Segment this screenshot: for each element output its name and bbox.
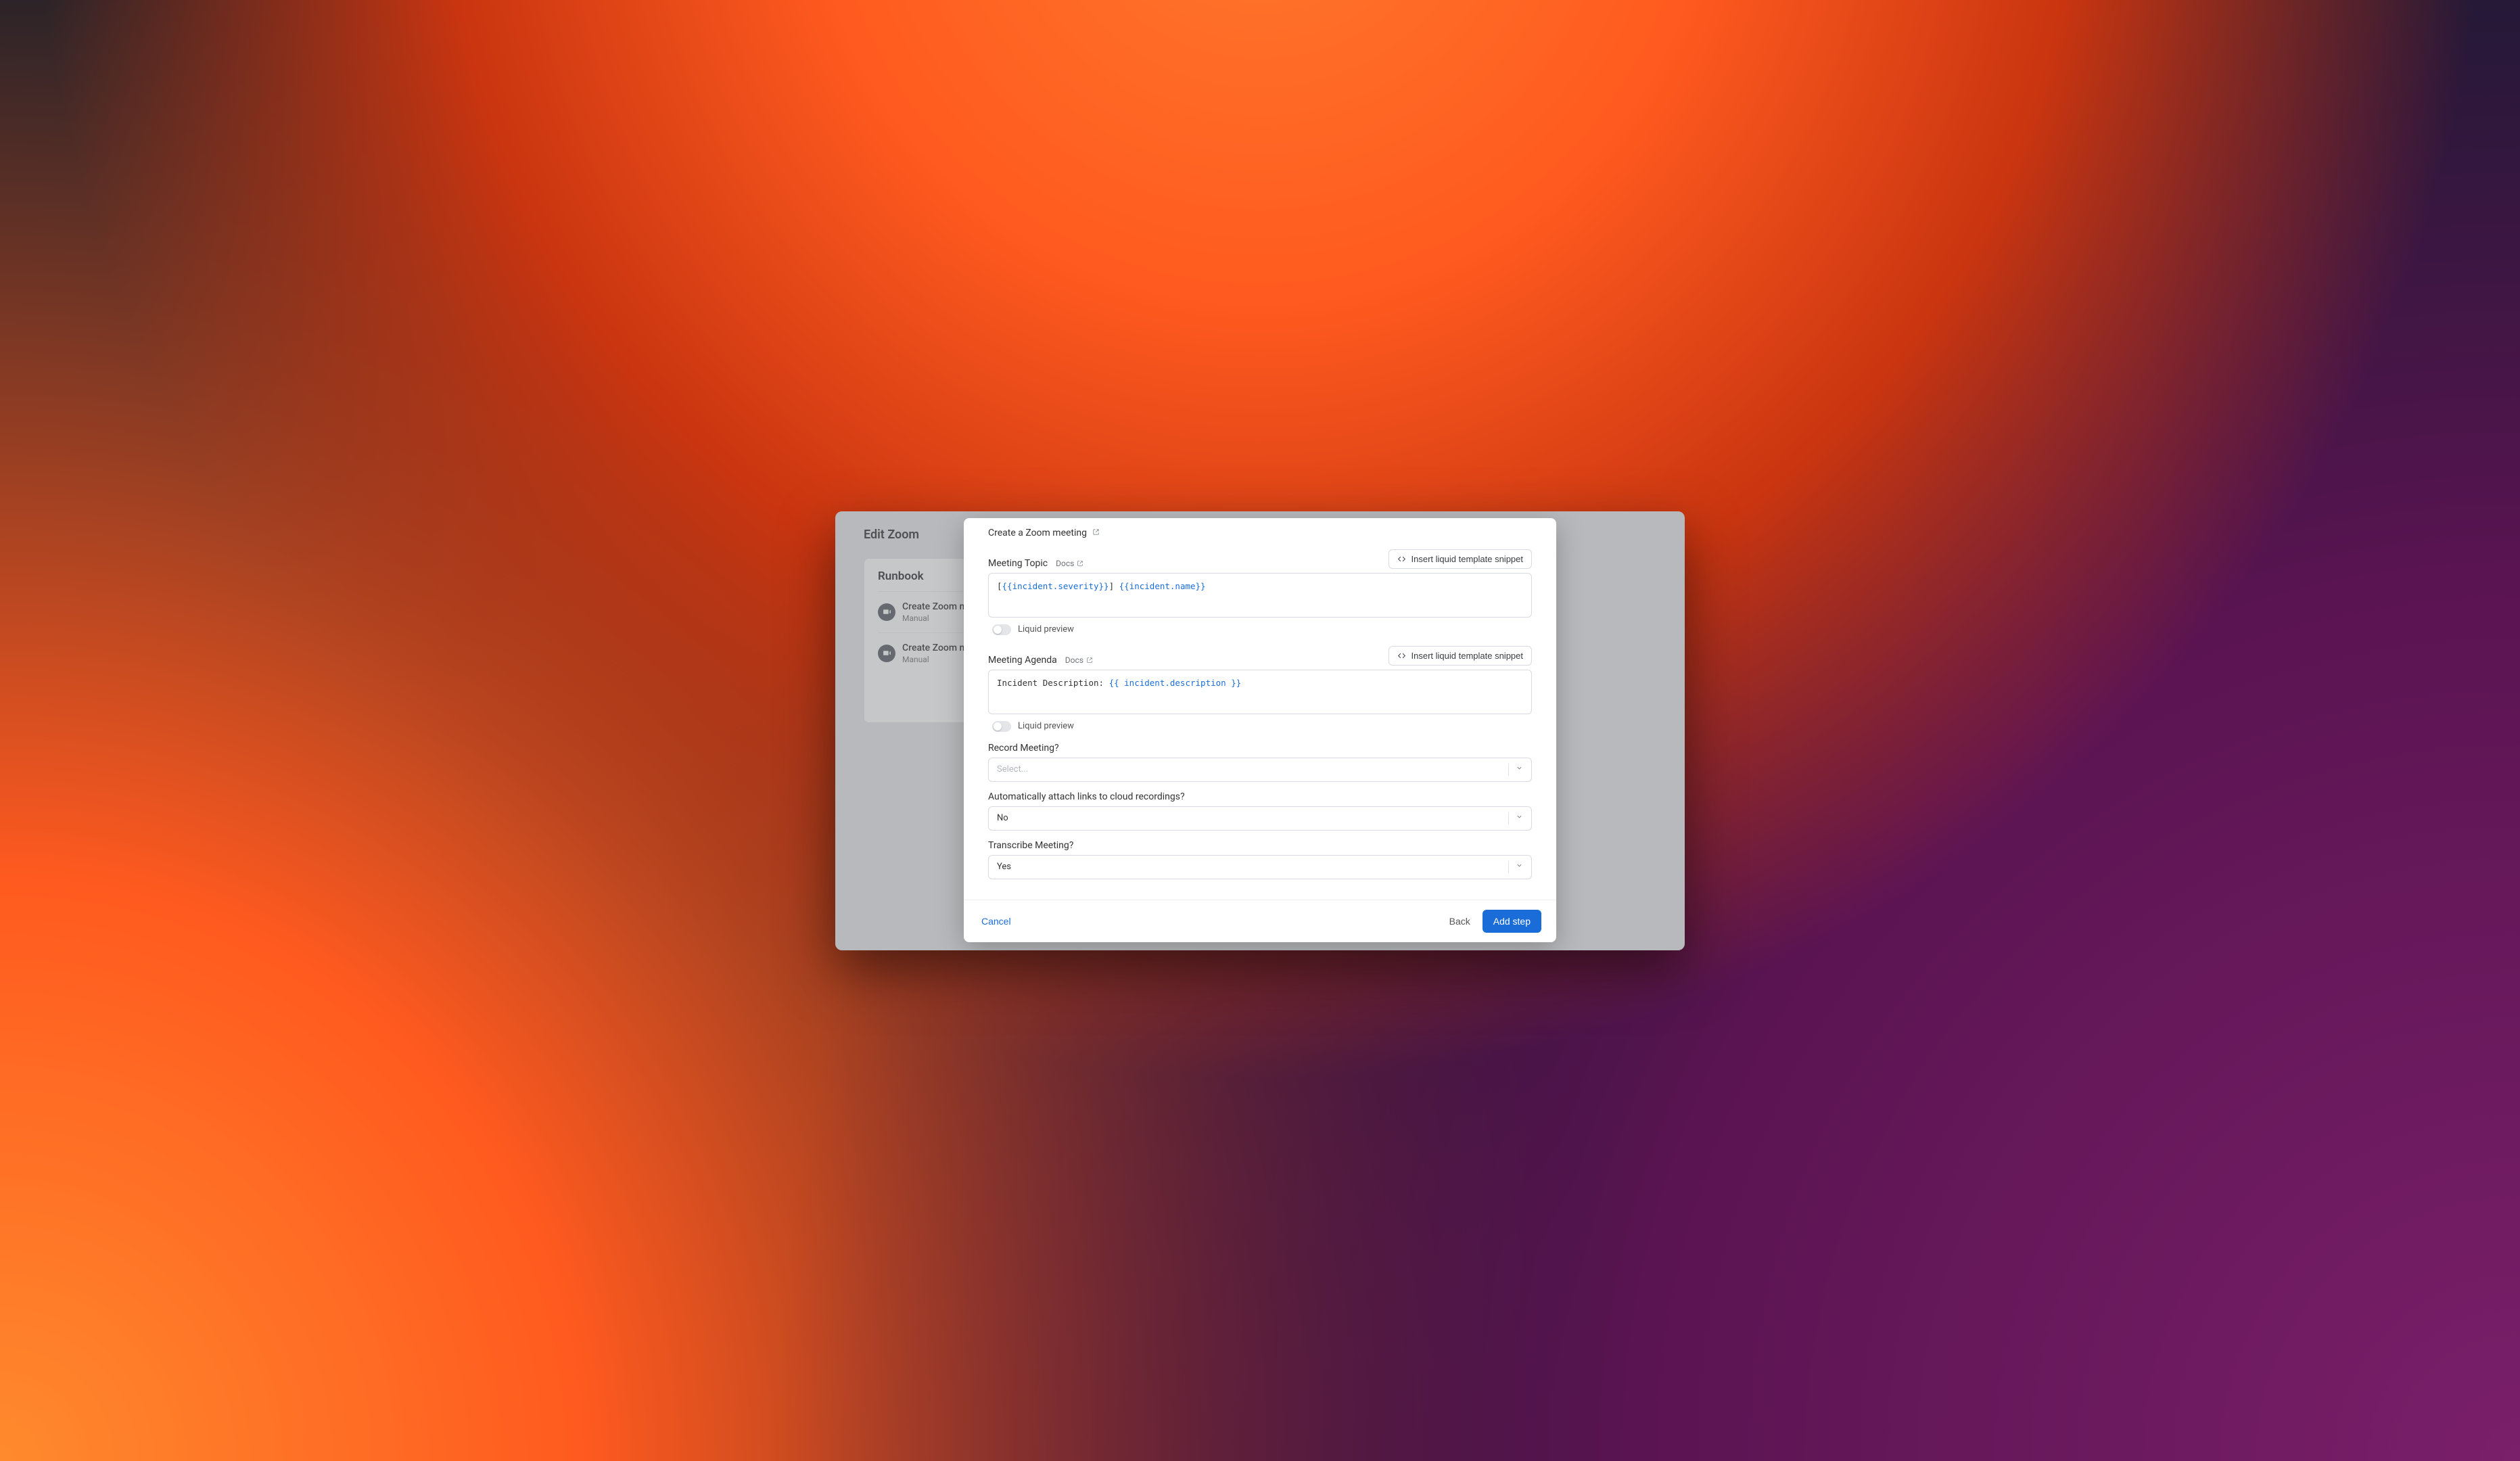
- transcribe-value: Yes: [997, 862, 1011, 872]
- liquid-preview-label: Liquid preview: [1018, 624, 1074, 634]
- cancel-button[interactable]: Cancel: [979, 912, 1014, 931]
- liquid-preview-label: Liquid preview: [1018, 721, 1074, 731]
- app-window: Edit Zoom Runbook Create Zoom meeting Ma…: [835, 511, 1685, 950]
- docs-link-text: Docs: [1056, 559, 1074, 568]
- chevron-down-icon: [1516, 764, 1523, 774]
- code-token-liquid: {{incident.name}}: [1119, 581, 1206, 591]
- edit-step-modal: Create a Zoom meeting Meeting Topic Docs…: [964, 518, 1556, 942]
- attach-links-label: Automatically attach links to cloud reco…: [988, 791, 1185, 802]
- modal-footer: Cancel Back Add step: [964, 900, 1556, 942]
- docs-link-text: Docs: [1065, 655, 1083, 665]
- insert-snippet-button[interactable]: Insert liquid template snippet: [1389, 646, 1532, 666]
- action-title-row: Create a Zoom meeting: [988, 528, 1532, 538]
- action-title: Create a Zoom meeting: [988, 528, 1087, 538]
- add-step-button[interactable]: Add step: [1483, 910, 1541, 933]
- back-button[interactable]: Back: [1444, 910, 1476, 932]
- meeting-topic-header: Meeting Topic Docs Insert liquid templat…: [988, 549, 1532, 569]
- code-token: Incident Description:: [997, 678, 1109, 688]
- meeting-agenda-input[interactable]: Incident Description: {{ incident.descri…: [988, 670, 1532, 714]
- insert-snippet-button[interactable]: Insert liquid template snippet: [1389, 549, 1532, 569]
- transcribe-select[interactable]: Yes: [988, 855, 1532, 879]
- attach-links-value: No: [997, 813, 1008, 823]
- liquid-preview-row: Liquid preview: [992, 721, 1532, 732]
- liquid-preview-toggle[interactable]: [992, 624, 1011, 635]
- code-token: [: [997, 581, 1002, 591]
- meeting-topic-input[interactable]: [{{incident.severity}}] {{incident.name}…: [988, 573, 1532, 618]
- record-meeting-label: Record Meeting?: [988, 743, 1059, 753]
- external-link-icon[interactable]: [1092, 528, 1100, 538]
- insert-snippet-button-label: Insert liquid template snippet: [1411, 651, 1523, 661]
- chevron-down-icon: [1516, 813, 1523, 823]
- meeting-agenda-header: Meeting Agenda Docs Insert liquid templa…: [988, 646, 1532, 666]
- liquid-preview-toggle[interactable]: [992, 721, 1011, 732]
- docs-link[interactable]: Docs: [1056, 559, 1083, 568]
- meeting-topic-label: Meeting Topic: [988, 558, 1048, 569]
- meeting-agenda-label: Meeting Agenda: [988, 655, 1057, 666]
- code-token-liquid: {{incident.severity}}: [1002, 581, 1109, 591]
- code-token: ]: [1109, 581, 1119, 591]
- record-meeting-select[interactable]: Select...: [988, 758, 1532, 782]
- docs-link[interactable]: Docs: [1065, 655, 1093, 665]
- modal-body: Create a Zoom meeting Meeting Topic Docs…: [964, 518, 1556, 900]
- record-meeting-placeholder: Select...: [997, 764, 1028, 774]
- code-token-liquid: {{ incident.description }}: [1109, 678, 1242, 688]
- attach-links-select[interactable]: No: [988, 806, 1532, 831]
- chevron-down-icon: [1516, 862, 1523, 872]
- insert-snippet-button-label: Insert liquid template snippet: [1411, 554, 1523, 564]
- transcribe-label: Transcribe Meeting?: [988, 840, 1073, 851]
- liquid-preview-row: Liquid preview: [992, 624, 1532, 635]
